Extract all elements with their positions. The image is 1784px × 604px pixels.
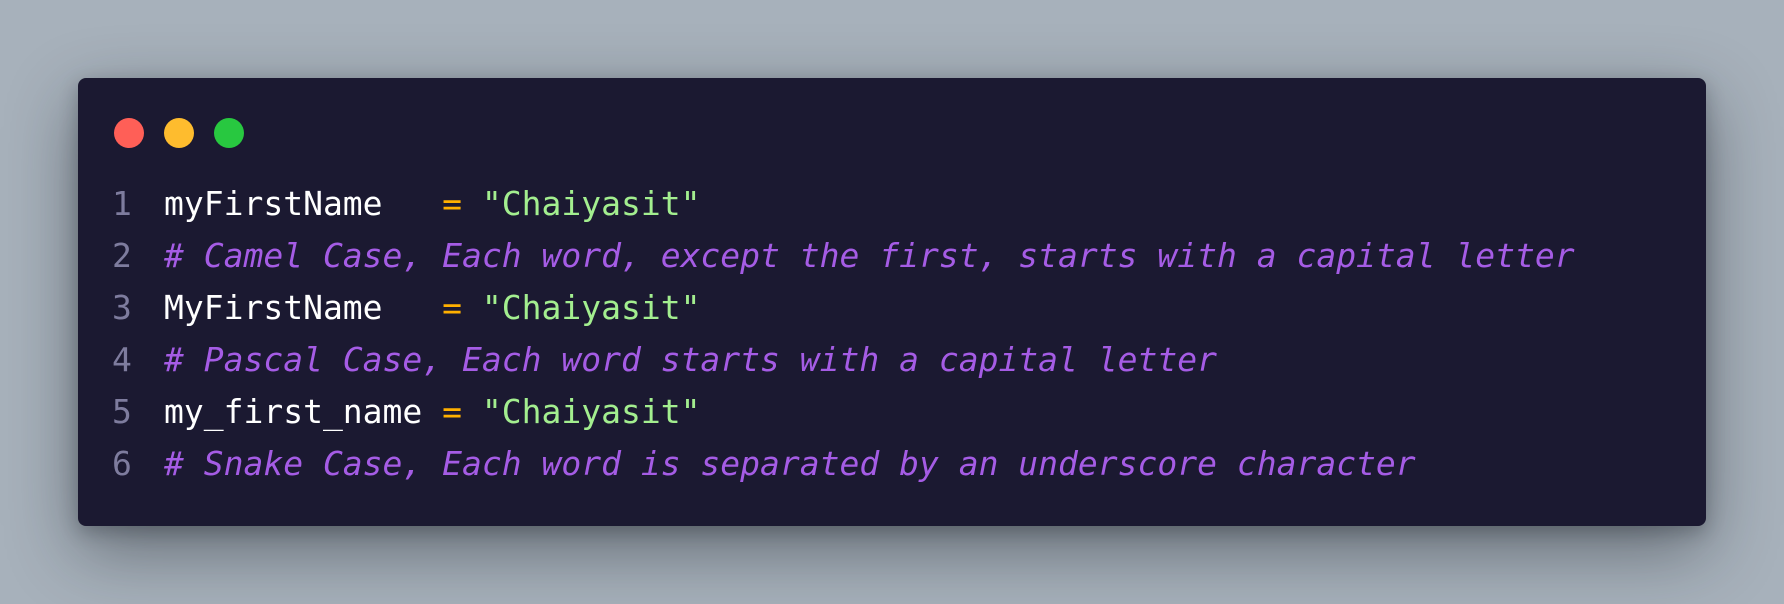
variable-name: MyFirstName	[164, 288, 423, 327]
code-line-5: 5 my_first_name = "Chaiyasit"	[112, 386, 1686, 438]
code-line-4: 4 # Pascal Case, Each word starts with a …	[112, 334, 1686, 386]
string-literal: "Chaiyasit"	[481, 392, 701, 431]
string-literal: "Chaiyasit"	[481, 184, 701, 223]
line-number: 3	[112, 288, 132, 327]
assignment-operator: =	[422, 392, 482, 431]
code-comment: # Pascal Case, Each word starts with a c…	[164, 340, 1217, 379]
code-line-1: 1 myFirstName = "Chaiyasit"	[112, 178, 1686, 230]
string-literal: "Chaiyasit"	[481, 288, 701, 327]
code-comment: # Snake Case, Each word is separated by …	[164, 444, 1416, 483]
line-number: 5	[112, 392, 132, 431]
maximize-dot-icon[interactable]	[214, 118, 244, 148]
window-controls	[114, 118, 244, 148]
assignment-operator: =	[422, 288, 482, 327]
code-window: 1 myFirstName = "Chaiyasit" 2 # Camel Case…	[78, 78, 1706, 526]
line-number: 4	[112, 340, 132, 379]
variable-name: myFirstName	[164, 184, 423, 223]
code-line-2: 2 # Camel Case, Each word, except the fir…	[112, 230, 1686, 282]
code-line-6: 6 # Snake Case, Each word is separated by…	[112, 438, 1686, 490]
line-number: 1	[112, 184, 132, 223]
line-number: 2	[112, 236, 132, 275]
code-line-3: 3 MyFirstName = "Chaiyasit"	[112, 282, 1686, 334]
code-block: 1 myFirstName = "Chaiyasit" 2 # Camel Case…	[112, 178, 1686, 490]
variable-name: my_first_name	[164, 392, 423, 431]
line-number: 6	[112, 444, 132, 483]
minimize-dot-icon[interactable]	[164, 118, 194, 148]
close-dot-icon[interactable]	[114, 118, 144, 148]
code-comment: # Camel Case, Each word, except the firs…	[164, 236, 1575, 275]
assignment-operator: =	[422, 184, 482, 223]
